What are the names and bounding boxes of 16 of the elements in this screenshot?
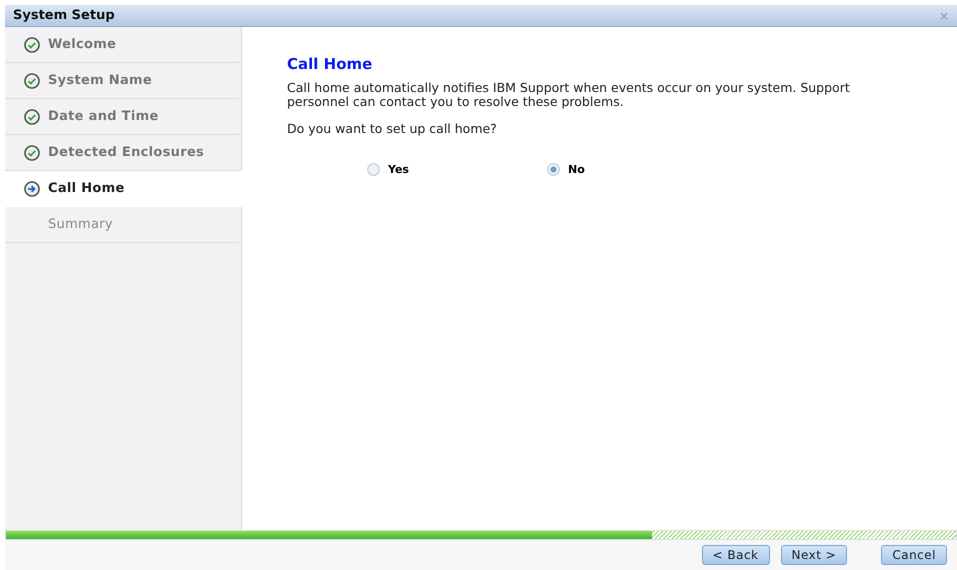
cancel-button[interactable]: Cancel	[881, 545, 947, 565]
radio-label: Yes	[388, 163, 409, 176]
check-icon	[24, 144, 40, 160]
description-text: Call home automatically notifies IBM Support when events occur on your system. Support personnel can contact you to resolve these problems.	[287, 81, 851, 109]
radio-button[interactable]	[367, 163, 380, 176]
question-text: Do you want to set up call home?	[287, 122, 498, 136]
nav-button[interactable]: < Back	[702, 545, 770, 565]
check-icon	[24, 36, 40, 52]
check-icon	[24, 108, 40, 124]
window-title: System Setup	[13, 8, 115, 23]
page-heading: Call Home	[287, 55, 374, 73]
check-icon	[24, 72, 40, 88]
nav-button[interactable]: Next >	[780, 545, 848, 565]
sidebar-item[interactable]: Call Home	[5, 171, 242, 207]
radio-button[interactable]	[547, 163, 560, 176]
radio-label: No	[568, 163, 585, 176]
